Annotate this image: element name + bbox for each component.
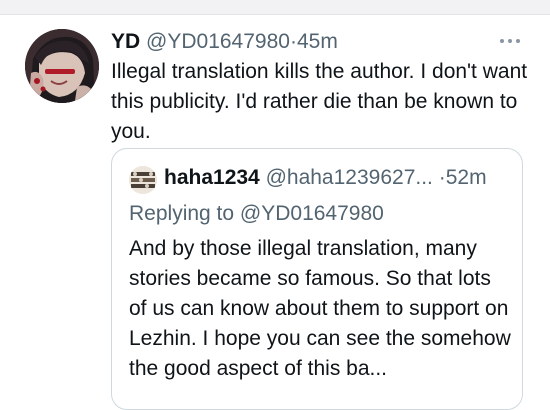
more-dots-icon[interactable] (500, 35, 522, 47)
user-handle[interactable]: @YD01647980 (146, 30, 290, 53)
quoted-tweet-text: And by those illegal translation, many s… (129, 237, 511, 380)
quoted-tweet-header: haha1234 @haha1239627... ·52m (164, 163, 487, 193)
quoted-avatar[interactable] (129, 166, 157, 194)
separator-dot: · (289, 30, 297, 53)
quoted-avatar-image (129, 166, 157, 194)
quoted-tweet[interactable]: haha1234 @haha1239627... ·52m Replying t… (111, 148, 523, 410)
quoted-display-name[interactable]: haha1234 (164, 166, 260, 189)
replying-prefix: Replying to (129, 202, 240, 225)
quoted-separator-dot: · (438, 166, 446, 189)
quoted-user-handle[interactable]: @haha1239627... (266, 166, 433, 189)
replying-mention[interactable]: @YD01647980 (240, 202, 384, 225)
avatar-image (25, 29, 99, 103)
tweet[interactable]: YD @YD01647980·45m Illegal translation k… (0, 15, 550, 410)
quoted-timestamp[interactable]: 52m (446, 166, 487, 189)
tweet-header: YD @YD01647980·45m (111, 27, 338, 57)
display-name[interactable]: YD (111, 30, 140, 53)
replying-to: Replying to @YD01647980 (129, 199, 384, 229)
timestamp[interactable]: 45m (297, 30, 338, 53)
avatar[interactable] (25, 29, 99, 103)
tweet-text: Illegal translation kills the author. I … (111, 60, 528, 143)
top-bar (0, 0, 550, 15)
